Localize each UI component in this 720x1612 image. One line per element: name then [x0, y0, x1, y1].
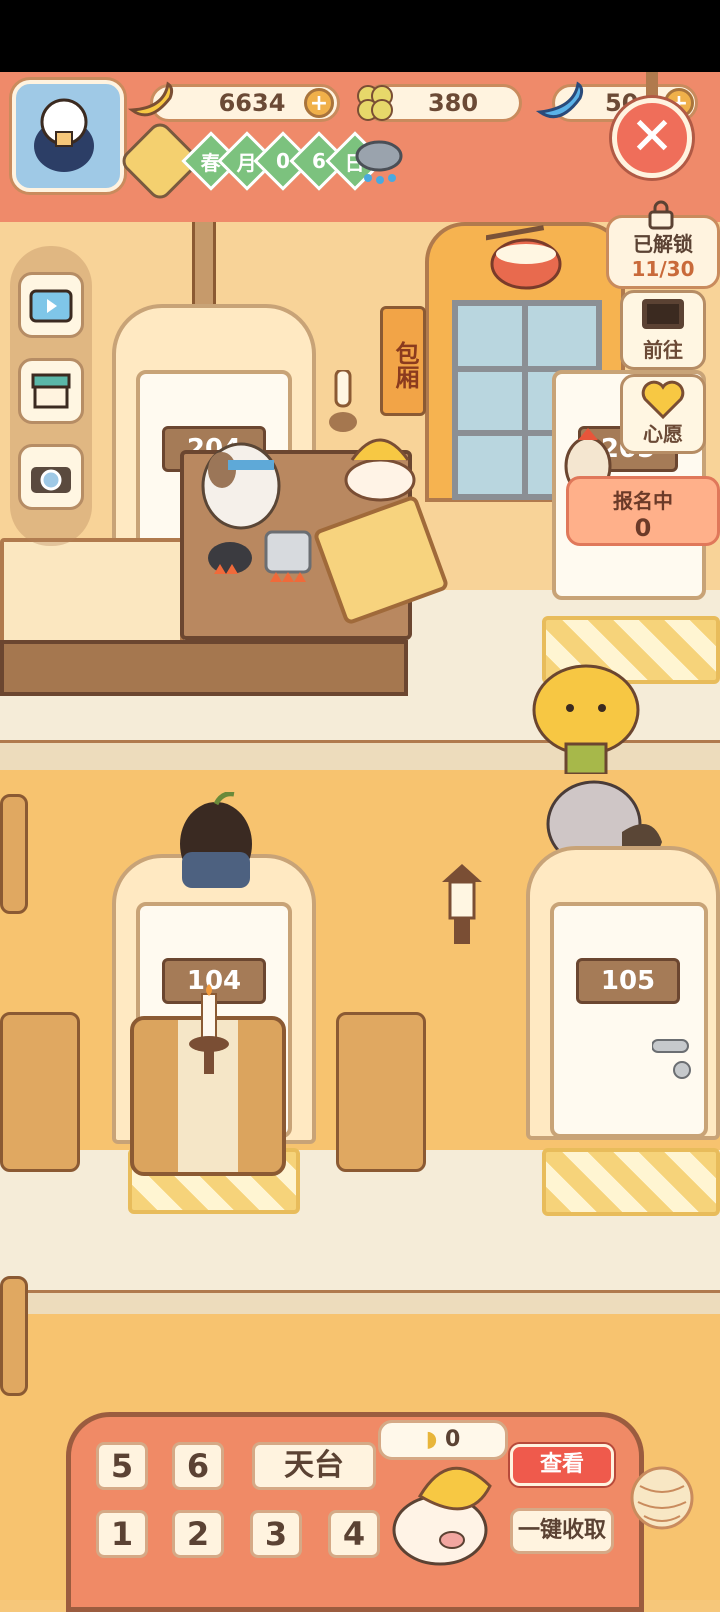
status-bar — [0, 0, 720, 72]
door-handle-icon — [651, 1036, 692, 1082]
edge-chair-2f — [0, 794, 28, 914]
rooftop-button[interactable]: 天台 — [252, 1442, 376, 1490]
shop-icon — [31, 373, 71, 409]
candle-icon — [186, 984, 232, 1080]
room-105-sign: 105 — [576, 958, 680, 1004]
noticeboard-icon — [642, 299, 684, 329]
frying-pan-icon — [200, 536, 260, 586]
wish-button[interactable]: 心愿 — [620, 374, 706, 454]
signup-status[interactable]: 报名中 0 — [566, 476, 720, 546]
floor-5-button[interactable]: 5 — [96, 1442, 148, 1490]
room-105-door[interactable] — [550, 902, 708, 1138]
unlocked-count: 11/30 — [631, 257, 695, 281]
view-button[interactable]: 查看 — [510, 1444, 614, 1486]
wall-lamp-icon — [436, 856, 488, 948]
private-room-sign: 包厢 — [380, 306, 426, 416]
shop-button[interactable] — [18, 358, 84, 424]
clover-value: 380 — [427, 89, 479, 117]
edge-chair-ground — [0, 1276, 28, 1396]
rain-cloud-icon — [354, 138, 404, 186]
floor-6-button[interactable]: 6 — [172, 1442, 224, 1490]
room-105-mat — [542, 1148, 720, 1216]
add-banana-button[interactable]: + — [304, 88, 334, 118]
signup-count: 0 — [634, 514, 652, 542]
floor-4-button[interactable]: 4 — [328, 1510, 380, 1558]
tv-button[interactable] — [18, 272, 84, 338]
floor-1-button[interactable]: 1 — [96, 1510, 148, 1558]
dog-character[interactable] — [530, 648, 642, 776]
floor-2-button[interactable]: 2 — [172, 1510, 224, 1558]
noodle-bowl-icon — [484, 222, 566, 292]
lock-icon — [646, 200, 676, 230]
banana-icon — [126, 80, 174, 126]
collect-count: 0 — [444, 1427, 461, 1452]
floor-3-button[interactable]: 3 — [250, 1510, 302, 1558]
player-avatar[interactable] — [12, 80, 124, 192]
oil-lamp-icon — [326, 368, 360, 440]
heart-book-icon — [641, 380, 685, 420]
date-display: 春 月 0 6 日 — [117, 118, 385, 204]
piggy-bank-icon[interactable] — [390, 1456, 504, 1566]
close-button[interactable]: ✕ — [612, 98, 692, 178]
collect-bubble: ◗ 0 — [378, 1420, 508, 1460]
banana-value: 6634 — [218, 89, 286, 117]
yarn-ball-icon — [630, 1456, 694, 1540]
chef-cat-character[interactable] — [198, 430, 284, 530]
potato-character[interactable] — [176, 791, 256, 896]
goto-button[interactable]: 前往 — [620, 290, 706, 370]
clover-icon — [350, 78, 400, 128]
cat-avatar-icon — [34, 98, 94, 172]
right-chair — [336, 1012, 426, 1172]
camera-button[interactable] — [18, 444, 84, 510]
left-chair — [0, 1012, 80, 1172]
small-banana-icon: ◗ — [425, 1427, 438, 1452]
counter-base — [0, 640, 408, 696]
wish-label: 心愿 — [643, 422, 683, 446]
private-room-label: 包厢 — [391, 341, 419, 389]
tv-icon — [29, 289, 73, 323]
blue-banana-icon — [534, 78, 584, 128]
signup-label: 报名中 — [613, 489, 673, 513]
collect-all-button[interactable]: 一键收取 — [510, 1508, 614, 1554]
goto-label: 前往 — [643, 338, 683, 362]
unlocked-label: 已解锁 — [633, 232, 693, 256]
camera-icon — [31, 467, 71, 493]
